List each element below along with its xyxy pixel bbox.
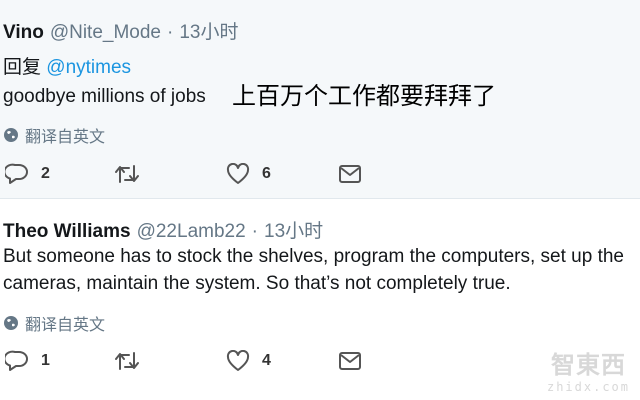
reply-icon <box>5 350 28 371</box>
translate-label: 翻译自英文 <box>25 317 106 334</box>
reply-icon <box>5 163 28 184</box>
retweet-button[interactable] <box>114 163 152 185</box>
reply-count: 2 <box>41 165 50 182</box>
reply-button[interactable]: 1 <box>5 350 50 372</box>
separator-dot: · <box>251 221 258 242</box>
tweet-actions: 2 6 <box>0 163 640 193</box>
like-button[interactable]: 6 <box>226 163 271 185</box>
envelope-icon <box>339 352 361 370</box>
translate-link[interactable]: 翻译自英文 <box>3 123 105 147</box>
reply-context: 回复 @nytimes <box>3 52 131 79</box>
translate-link[interactable]: 翻译自英文 <box>3 311 105 335</box>
direct-message-button[interactable] <box>338 350 362 372</box>
reply-prefix: 回复 <box>3 57 42 78</box>
tweet-vino[interactable]: Vino @Nite_Mode · 13小时 回复 @nytimes goodb… <box>0 0 640 198</box>
like-count: 6 <box>262 165 271 182</box>
author-name[interactable]: Vino <box>3 22 44 44</box>
like-count: 4 <box>262 352 271 369</box>
tweet-time[interactable]: 13小时 <box>179 17 238 44</box>
tweet-theo[interactable]: Theo Williams @22Lamb22 · 13小时 But someo… <box>0 199 640 400</box>
retweet-icon <box>115 165 139 183</box>
watermark-logo: 智東西 <box>550 351 626 379</box>
watermark-url: zhidx.com <box>546 380 630 394</box>
tweet-header: Theo Williams @22Lamb22 · 13小时 <box>3 216 323 243</box>
globe-icon <box>4 316 18 330</box>
reply-button[interactable]: 2 <box>5 163 50 185</box>
tweet-actions: 1 4 <box>0 350 640 380</box>
direct-message-button[interactable] <box>338 163 362 185</box>
retweet-icon <box>115 352 139 370</box>
tweet-header: Vino @Nite_Mode · 13小时 <box>3 17 238 44</box>
tweet-text: goodbye millions of jobs <box>3 86 206 107</box>
author-handle[interactable]: @Nite_Mode <box>50 22 161 44</box>
reply-mention-link[interactable]: @nytimes <box>46 57 131 78</box>
translate-label: 翻译自英文 <box>25 129 106 146</box>
author-handle[interactable]: @22Lamb22 <box>137 221 246 243</box>
retweet-button[interactable] <box>114 350 152 372</box>
chinese-annotation: 上百万个工作都要拜拜了 <box>232 82 496 110</box>
watermark: 智東西 zhidx.com <box>547 345 630 394</box>
tweet-text-line-1: But someone has to stock the shelves, pr… <box>3 246 624 267</box>
tweet-text-line-2: cameras, maintain the system. So that’s … <box>3 273 511 294</box>
tweet-time[interactable]: 13小时 <box>264 216 323 243</box>
like-button[interactable]: 4 <box>226 350 271 372</box>
separator-dot: · <box>167 22 174 43</box>
heart-icon <box>226 163 250 184</box>
globe-icon <box>4 128 18 142</box>
envelope-icon <box>339 165 361 183</box>
author-name[interactable]: Theo Williams <box>3 221 131 243</box>
heart-icon <box>226 350 250 371</box>
reply-count: 1 <box>41 352 50 369</box>
